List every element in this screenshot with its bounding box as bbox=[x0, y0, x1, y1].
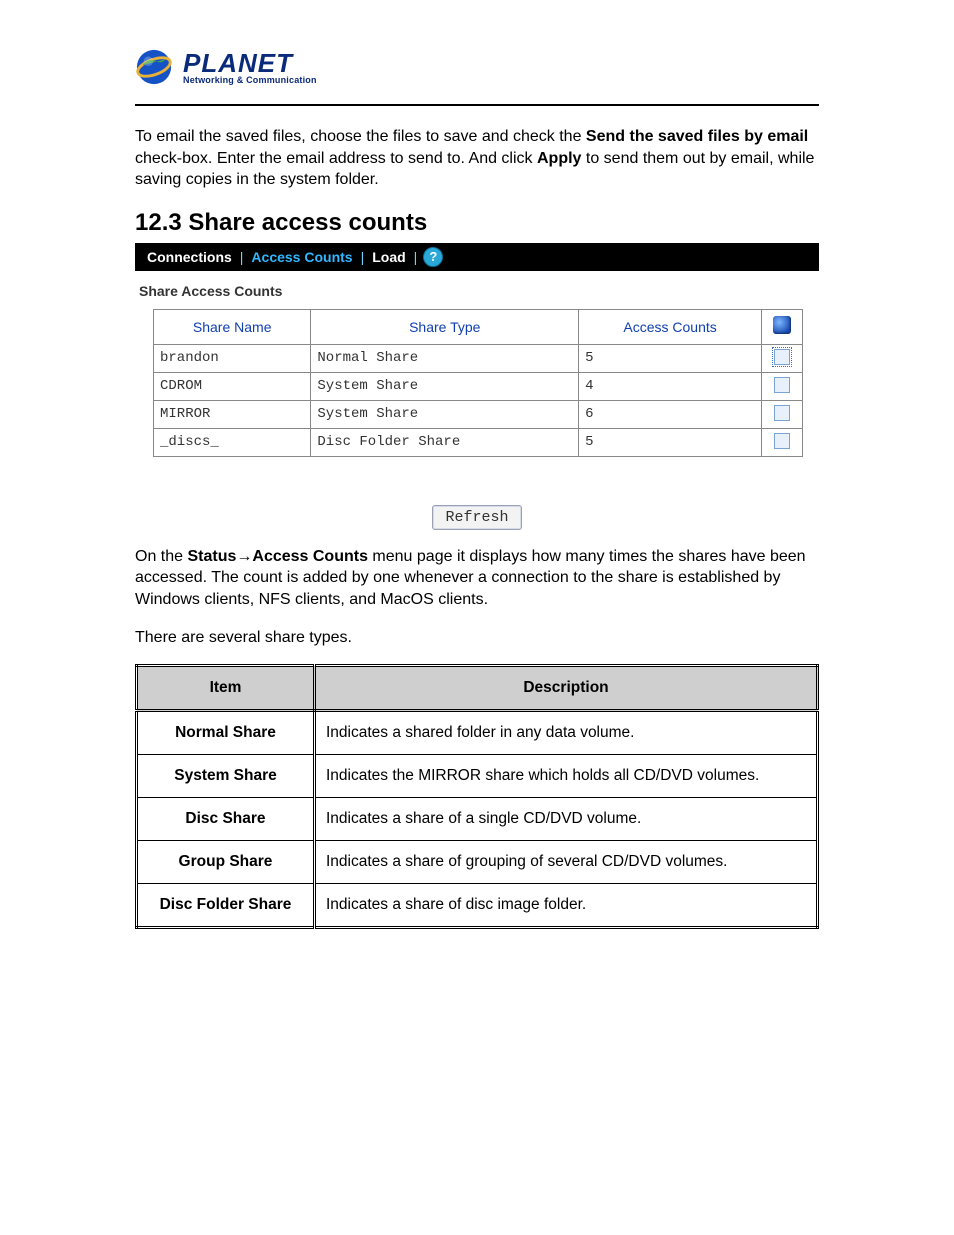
cell-share-type: System Share bbox=[311, 400, 579, 428]
explain-pre: On the bbox=[135, 548, 187, 565]
cell-item: Disc Folder Share bbox=[137, 884, 315, 928]
intro-bold-send: Send the saved files by email bbox=[586, 128, 808, 145]
intro-text-pre: To email the saved files, choose the fil… bbox=[135, 128, 586, 145]
intro-bold-apply: Apply bbox=[537, 150, 581, 167]
cell-item: Disc Share bbox=[137, 798, 315, 841]
table-row: System Share Indicates the MIRROR share … bbox=[137, 755, 818, 798]
logo-word: PLANET bbox=[183, 50, 317, 76]
cell-checkbox[interactable] bbox=[762, 400, 803, 428]
logo: PLANET Networking & Communication bbox=[135, 22, 819, 104]
cell-checkbox[interactable] bbox=[762, 428, 803, 456]
globe-icon bbox=[135, 48, 173, 86]
table-row: brandon Normal Share 5 bbox=[154, 344, 803, 372]
checkbox-icon[interactable] bbox=[774, 433, 790, 449]
checkbox-icon[interactable] bbox=[774, 349, 790, 365]
cell-item: Group Share bbox=[137, 841, 315, 884]
explain-paragraph: On the Status→Access Counts menu page it… bbox=[135, 546, 819, 611]
refresh-wrap: Refresh bbox=[135, 505, 819, 530]
cell-share-name: CDROM bbox=[154, 372, 311, 400]
share-access-counts-block: Share Access Counts Share Name Share Typ… bbox=[135, 271, 819, 475]
intro-text-mid: check-box. Enter the email address to se… bbox=[135, 150, 537, 167]
checkbox-icon[interactable] bbox=[774, 377, 790, 393]
tab-access-counts[interactable]: Access Counts bbox=[245, 249, 358, 265]
cell-desc: Indicates a share of grouping of several… bbox=[315, 841, 818, 884]
intro-paragraph: To email the saved files, choose the fil… bbox=[135, 126, 819, 191]
page: PLANET Networking & Communication To ema… bbox=[0, 0, 954, 1235]
col-share-type: Share Type bbox=[311, 309, 579, 344]
col-item: Item bbox=[137, 666, 315, 711]
tabbar: Connections | Access Counts | Load | ? bbox=[135, 243, 819, 271]
tab-connections[interactable]: Connections bbox=[141, 249, 238, 265]
cell-desc: Indicates a shared folder in any data vo… bbox=[315, 711, 818, 755]
logo-subtitle: Networking & Communication bbox=[183, 76, 317, 85]
cell-share-name: brandon bbox=[154, 344, 311, 372]
cell-item: Normal Share bbox=[137, 711, 315, 755]
col-share-name: Share Name bbox=[154, 309, 311, 344]
refresh-button[interactable]: Refresh bbox=[432, 505, 521, 530]
cell-desc: Indicates the MIRROR share which holds a… bbox=[315, 755, 818, 798]
cell-share-type: Disc Folder Share bbox=[311, 428, 579, 456]
header-divider bbox=[135, 104, 819, 106]
table-row: Normal Share Indicates a shared folder i… bbox=[137, 711, 818, 755]
select-all-icon[interactable] bbox=[773, 316, 791, 334]
cell-share-type: System Share bbox=[311, 372, 579, 400]
cell-desc: Indicates a share of a single CD/DVD vol… bbox=[315, 798, 818, 841]
cell-access-count: 6 bbox=[579, 400, 762, 428]
col-description: Description bbox=[315, 666, 818, 711]
checkbox-icon[interactable] bbox=[774, 405, 790, 421]
share-types-intro: There are several share types. bbox=[135, 627, 819, 649]
share-access-counts-table: Share Name Share Type Access Counts bran… bbox=[153, 309, 803, 457]
logo-text: PLANET Networking & Communication bbox=[183, 50, 317, 85]
table-row: Disc Folder Share Indicates a share of d… bbox=[137, 884, 818, 928]
share-types-table: Item Description Normal Share Indicates … bbox=[135, 664, 819, 929]
table-header-row: Share Name Share Type Access Counts bbox=[154, 309, 803, 344]
cell-share-name: _discs_ bbox=[154, 428, 311, 456]
tab-separator: | bbox=[359, 249, 367, 265]
tab-separator: | bbox=[238, 249, 246, 265]
cell-share-type: Normal Share bbox=[311, 344, 579, 372]
section-heading: 12.3 Share access counts bbox=[135, 209, 819, 237]
table-row: Disc Share Indicates a share of a single… bbox=[137, 798, 818, 841]
cell-access-count: 5 bbox=[579, 344, 762, 372]
explain-bold-path: Status→Access Counts bbox=[187, 548, 368, 565]
cell-checkbox[interactable] bbox=[762, 372, 803, 400]
table-row: Group Share Indicates a share of groupin… bbox=[137, 841, 818, 884]
col-access-counts: Access Counts bbox=[579, 309, 762, 344]
cell-desc: Indicates a share of disc image folder. bbox=[315, 884, 818, 928]
table-row: MIRROR System Share 6 bbox=[154, 400, 803, 428]
share-access-counts-title: Share Access Counts bbox=[139, 283, 819, 299]
help-icon[interactable]: ? bbox=[423, 247, 443, 267]
cell-checkbox[interactable] bbox=[762, 344, 803, 372]
col-select-all[interactable] bbox=[762, 309, 803, 344]
table-row: CDROM System Share 4 bbox=[154, 372, 803, 400]
cell-share-name: MIRROR bbox=[154, 400, 311, 428]
cell-access-count: 5 bbox=[579, 428, 762, 456]
tab-load[interactable]: Load bbox=[366, 249, 411, 265]
cell-item: System Share bbox=[137, 755, 315, 798]
table-header-row: Item Description bbox=[137, 666, 818, 711]
cell-access-count: 4 bbox=[579, 372, 762, 400]
tab-separator: | bbox=[412, 249, 420, 265]
table-row: _discs_ Disc Folder Share 5 bbox=[154, 428, 803, 456]
